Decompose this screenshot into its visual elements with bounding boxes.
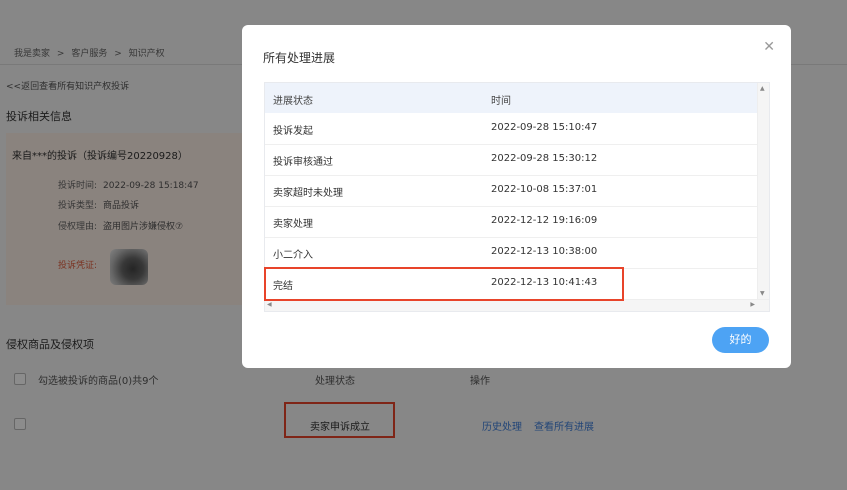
row-time: 2022-09-28 15:10:47	[491, 122, 598, 133]
table-row: 投诉发起 2022-09-28 15:10:47	[265, 113, 757, 145]
row-time: 2022-09-28 15:30:12	[491, 153, 598, 164]
row-time: 2022-10-08 15:37:01	[491, 184, 598, 195]
row-time: 2022-12-13 10:38:00	[491, 246, 598, 257]
progress-dialog: 所有处理进展 ✕ 进展状态 时间 投诉发起 2022-09-28 15:10:4…	[242, 25, 791, 368]
column-header-status: 进展状态	[273, 96, 313, 107]
scroll-right-icon[interactable]: ▶	[750, 301, 755, 308]
vertical-scrollbar[interactable]: ▲ ▼	[757, 83, 769, 299]
row-status: 小二介入	[273, 250, 313, 261]
row-status: 投诉发起	[273, 126, 313, 137]
row-status: 卖家处理	[273, 219, 313, 230]
table-row: 卖家处理 2022-12-12 19:16:09	[265, 206, 757, 238]
ok-button[interactable]: 好的	[712, 327, 769, 353]
highlight-box-completed	[264, 267, 624, 301]
row-status: 卖家超时未处理	[273, 188, 343, 199]
table-header: 进展状态 时间	[265, 83, 757, 113]
dialog-title: 所有处理进展	[263, 51, 336, 65]
table-row: 卖家超时未处理 2022-10-08 15:37:01	[265, 175, 757, 207]
scroll-left-icon[interactable]: ◀	[267, 301, 272, 308]
row-time: 2022-12-12 19:16:09	[491, 215, 598, 226]
scroll-down-icon[interactable]: ▼	[760, 290, 765, 297]
scroll-up-icon[interactable]: ▲	[760, 85, 765, 92]
table-row: 小二介入 2022-12-13 10:38:00	[265, 237, 757, 269]
column-header-time: 时间	[491, 96, 511, 107]
table-row: 投诉审核通过 2022-09-28 15:30:12	[265, 144, 757, 176]
row-status: 投诉审核通过	[273, 157, 333, 168]
close-icon[interactable]: ✕	[763, 39, 775, 55]
